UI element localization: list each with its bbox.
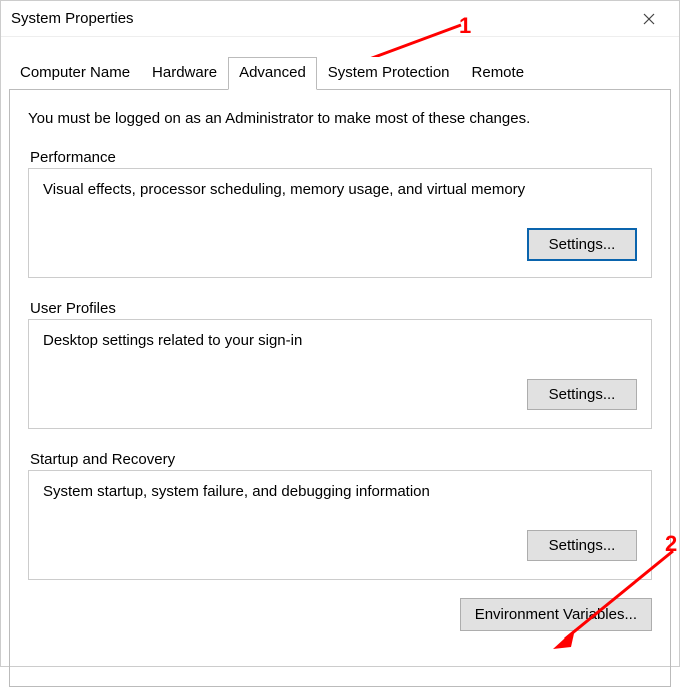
system-properties-window: System Properties Computer Name Hardware…	[0, 0, 680, 667]
startup-label: Startup and Recovery	[28, 451, 652, 468]
close-icon	[643, 13, 655, 25]
tab-advanced[interactable]: Advanced	[228, 57, 317, 90]
tabs: Computer Name Hardware Advanced System P…	[9, 57, 671, 89]
user-profiles-label: User Profiles	[28, 300, 652, 317]
tab-content-advanced: You must be logged on as an Administrato…	[9, 89, 671, 687]
tab-computer-name[interactable]: Computer Name	[9, 57, 141, 89]
startup-desc: System startup, system failure, and debu…	[43, 483, 637, 500]
performance-section: Performance Visual effects, processor sc…	[28, 149, 652, 278]
window-title: System Properties	[11, 10, 629, 27]
env-row: Environment Variables...	[28, 598, 652, 631]
environment-variables-button[interactable]: Environment Variables...	[460, 598, 652, 631]
user-profiles-section: User Profiles Desktop settings related t…	[28, 300, 652, 429]
performance-desc: Visual effects, processor scheduling, me…	[43, 181, 637, 198]
tab-hardware[interactable]: Hardware	[141, 57, 228, 89]
admin-notice: You must be logged on as an Administrato…	[28, 110, 652, 127]
performance-settings-button[interactable]: Settings...	[527, 228, 637, 261]
user-profiles-desc: Desktop settings related to your sign-in	[43, 332, 637, 349]
performance-box: Visual effects, processor scheduling, me…	[28, 168, 652, 278]
user-profiles-box: Desktop settings related to your sign-in…	[28, 319, 652, 429]
startup-box: System startup, system failure, and debu…	[28, 470, 652, 580]
tab-remote[interactable]: Remote	[461, 57, 536, 89]
tab-system-protection[interactable]: System Protection	[317, 57, 461, 89]
performance-label: Performance	[28, 149, 652, 166]
startup-settings-button[interactable]: Settings...	[527, 530, 637, 561]
close-button[interactable]	[629, 1, 669, 37]
user-profiles-settings-button[interactable]: Settings...	[527, 379, 637, 410]
startup-section: Startup and Recovery System startup, sys…	[28, 451, 652, 580]
titlebar: System Properties	[1, 1, 679, 37]
